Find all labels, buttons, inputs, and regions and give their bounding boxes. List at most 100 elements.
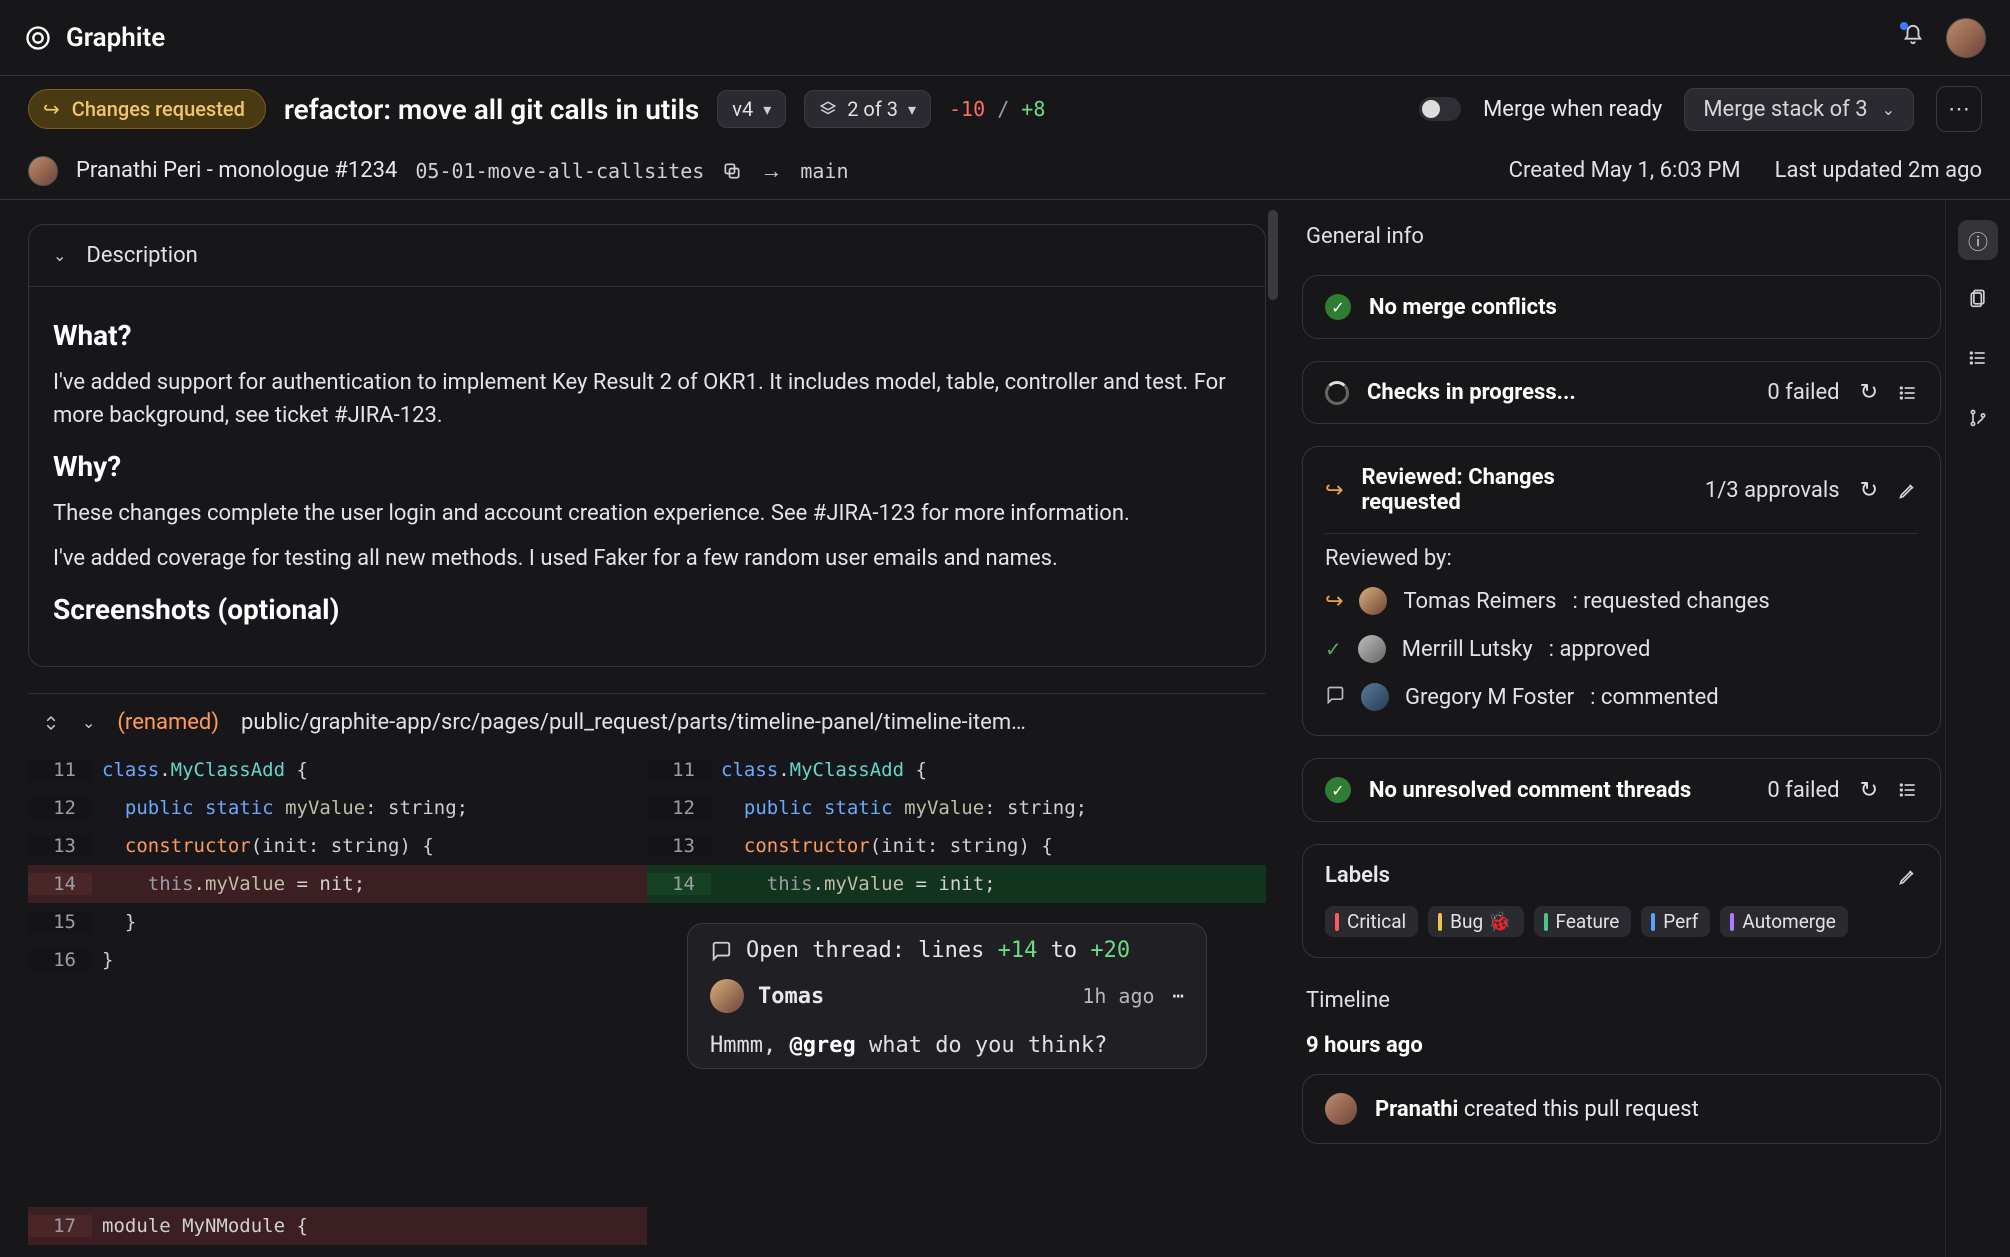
diff-row[interactable]: 16}: [28, 941, 647, 979]
diff-row[interactable]: 14 this.myValue = nit;: [28, 865, 647, 903]
edit-icon[interactable]: [1898, 866, 1918, 886]
rail-files-button[interactable]: [1958, 280, 1998, 320]
code-cell: public static myValue: string;: [92, 797, 647, 819]
rail-list-button[interactable]: [1958, 340, 1998, 380]
label-chip[interactable]: Critical: [1325, 906, 1418, 937]
copy-icon[interactable]: [722, 161, 742, 181]
checks-panel: Checks in progress... 0 failed ↻: [1302, 361, 1941, 424]
reviewer-row[interactable]: ↩Tomas Reimers: requested changes: [1303, 577, 1940, 625]
diff-row[interactable]: 11class.MyClassAdd {: [28, 751, 647, 789]
checks-failed-label: 0 failed: [1767, 380, 1839, 405]
desc-p-cov: I've added coverage for testing all new …: [53, 542, 1241, 575]
diff-file-header[interactable]: ⌄ (renamed) public/graphite-app/src/page…: [28, 693, 1266, 751]
brand[interactable]: Graphite: [24, 23, 165, 53]
chevron-down-icon: ▾: [908, 100, 916, 119]
check-icon: ✓: [1325, 637, 1342, 661]
status-pill[interactable]: ↩ Changes requested: [28, 89, 266, 129]
reviewer-row[interactable]: ✓Merrill Lutsky: approved: [1303, 625, 1940, 673]
label-color-bar: [1651, 913, 1655, 931]
label-chip[interactable]: Bug 🐞: [1428, 906, 1523, 937]
branch-icon: [1968, 408, 1988, 433]
refresh-icon[interactable]: ↻: [1860, 478, 1878, 503]
renamed-tag: (renamed): [117, 710, 219, 735]
label-text: Bug 🐞: [1450, 910, 1511, 933]
list-icon[interactable]: [1898, 780, 1918, 800]
diff-row[interactable]: 11class.MyClassAdd {: [647, 751, 1266, 789]
edit-icon[interactable]: [1898, 480, 1918, 500]
chevron-down-icon[interactable]: ⌄: [82, 713, 95, 732]
stack-icon: [819, 100, 837, 118]
timeline-item[interactable]: Pranathi created this pull request: [1302, 1074, 1941, 1144]
list-icon[interactable]: [1898, 383, 1918, 403]
labels-title: Labels: [1325, 863, 1390, 888]
label-text: Perf: [1663, 910, 1698, 933]
diff-row[interactable]: 13 constructor(init: string) {: [28, 827, 647, 865]
diff-row[interactable]: [28, 1131, 647, 1169]
chevron-down-icon: ⌄: [1882, 100, 1895, 119]
diff-right: 11class.MyClassAdd {12 public static myV…: [647, 751, 1266, 1245]
diff-del: -10: [949, 97, 985, 121]
comment-thread[interactable]: Open thread: lines +14 to +20Tomas1h ago…: [687, 923, 1207, 1069]
stack-position-select[interactable]: 2 of 3 ▾: [804, 90, 931, 128]
pr-meta: Pranathi Peri - monologue #1234 05-01-mo…: [0, 142, 2010, 200]
more-actions-button[interactable]: ⋯: [1936, 86, 1982, 132]
reviewer-suffix: : requested changes: [1572, 589, 1769, 614]
label-chip[interactable]: Perf: [1641, 906, 1710, 937]
diff-row[interactable]: 14 this.myValue = init;: [647, 865, 1266, 903]
notifications-icon[interactable]: [1902, 24, 1924, 51]
desc-h-screens: Screenshots (optional): [53, 593, 1241, 626]
user-avatar[interactable]: [1946, 18, 1986, 58]
timeline-text: Pranathi created this pull request: [1375, 1097, 1699, 1122]
main-column: ⌄ Description What? I've added support f…: [0, 200, 1280, 1257]
diff-row[interactable]: 12 public static myValue: string;: [647, 789, 1266, 827]
topbar-right: [1902, 18, 1986, 58]
author-avatar[interactable]: [28, 156, 58, 186]
diff-row[interactable]: [28, 1017, 647, 1055]
rail-branch-button[interactable]: [1958, 400, 1998, 440]
timeline-group-time: 9 hours ago: [1302, 1033, 1941, 1074]
chevron-down-icon: ▾: [763, 100, 771, 119]
info-icon: ⓘ: [1968, 226, 1988, 255]
thread-title-text: Open thread: lines +14 to +20: [746, 938, 1130, 963]
refresh-icon[interactable]: ↻: [1860, 778, 1878, 803]
reviewer-row[interactable]: Gregory M Foster: commented: [1303, 673, 1940, 721]
line-number: 17: [28, 1215, 92, 1237]
refresh-icon[interactable]: ↻: [1860, 380, 1878, 405]
ellipsis-icon[interactable]: ⋯: [1173, 985, 1184, 1007]
label-chip[interactable]: Feature: [1534, 906, 1632, 937]
diff-row[interactable]: [28, 1093, 647, 1131]
diff-row[interactable]: 12 public static myValue: string;: [28, 789, 647, 827]
diff-row[interactable]: [28, 1169, 647, 1207]
merge-conflicts-panel: ✓ No merge conflicts: [1302, 275, 1941, 339]
diff-row[interactable]: 13 constructor(init: string) {: [647, 827, 1266, 865]
avatar: [1358, 635, 1386, 663]
version-select[interactable]: v4 ▾: [717, 90, 786, 128]
label-chip[interactable]: Automerge: [1720, 906, 1847, 937]
reply-icon: ↩: [1325, 589, 1343, 614]
reviewer-name: Gregory M Foster: [1405, 685, 1574, 710]
diff-add: +8: [1021, 97, 1045, 121]
diff-row[interactable]: 17module MyNModule {: [28, 1207, 647, 1245]
scrollbar[interactable]: [1268, 210, 1278, 1225]
code-cell: }: [92, 911, 647, 933]
diff-row[interactable]: 15 }: [28, 903, 647, 941]
avatar: [1361, 683, 1389, 711]
label-color-bar: [1335, 913, 1339, 931]
code-cell: module MyNModule {: [92, 1215, 647, 1237]
description-card: ⌄ Description What? I've added support f…: [28, 224, 1266, 667]
approvals-label: 1/3 approvals: [1705, 478, 1840, 503]
description-header[interactable]: ⌄ Description: [29, 225, 1265, 287]
labels-panel: Labels Critical Bug 🐞 Feature Perf Automerge: [1302, 844, 1941, 958]
merge-ready-toggle[interactable]: [1419, 97, 1461, 121]
reviewers-list: ↩Tomas Reimers: requested changes✓Merril…: [1303, 577, 1940, 721]
expand-vertical-icon[interactable]: [42, 714, 60, 732]
diff-row[interactable]: [28, 979, 647, 1017]
rail-info-button[interactable]: ⓘ: [1958, 220, 1998, 260]
thread-body: Hmmm, @greg what do you think?: [710, 1033, 1184, 1058]
diff-left: 11class.MyClassAdd {12 public static myV…: [28, 751, 647, 1245]
pr-title: refactor: move all git calls in utils: [284, 93, 699, 126]
merge-stack-button[interactable]: Merge stack of 3 ⌄: [1684, 88, 1914, 131]
reply-icon: ↩: [1325, 478, 1343, 503]
diff-row[interactable]: [28, 1055, 647, 1093]
desc-h-what: What?: [53, 319, 1241, 352]
